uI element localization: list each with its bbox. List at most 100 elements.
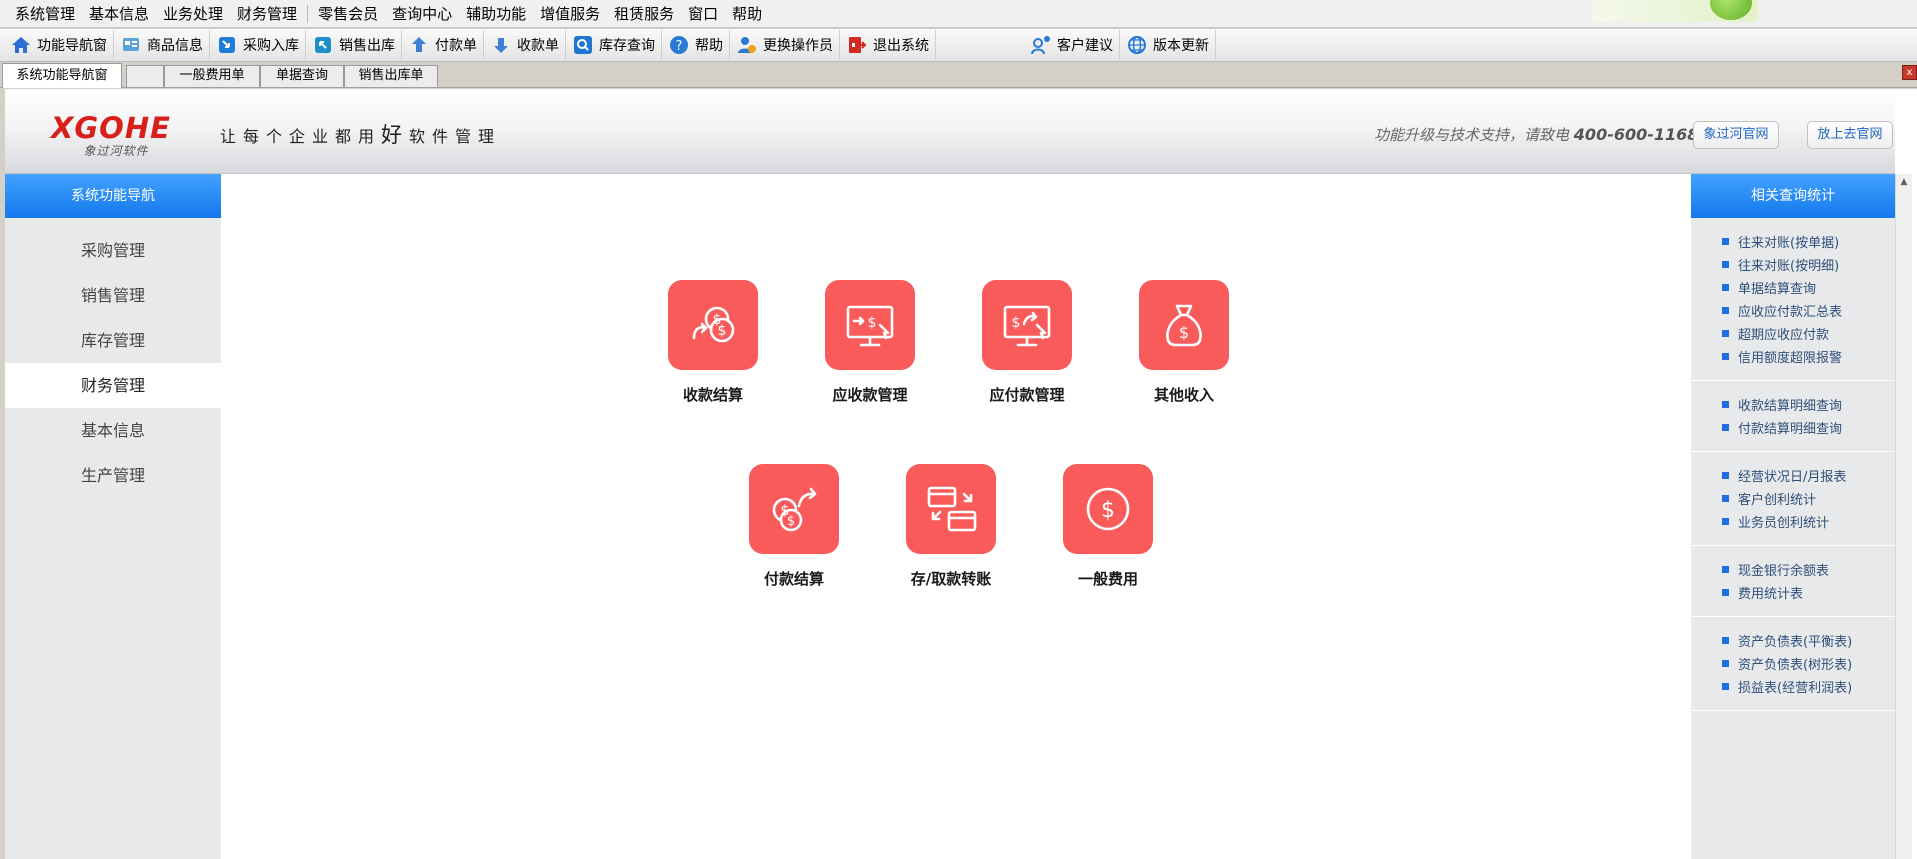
toolbar-stock-query-button[interactable]: 库存查询 bbox=[566, 30, 662, 60]
menu-rental[interactable]: 租赁服务 bbox=[607, 0, 681, 28]
tile-label: 应付款管理 bbox=[989, 386, 1065, 404]
close-tab-button[interactable]: x bbox=[1902, 65, 1917, 80]
slogan: 让每个企业都用好软件管理 bbox=[220, 119, 501, 149]
toolbar-goods-button[interactable]: 商品信息 bbox=[114, 30, 210, 60]
query-link[interactable]: 往来对账(按明细) bbox=[1691, 253, 1895, 276]
tab-document-query[interactable]: 单据查询 bbox=[260, 65, 344, 87]
menu-help[interactable]: 帮助 bbox=[725, 0, 769, 28]
toolbar-version-update-button[interactable]: 版本更新 bbox=[1120, 30, 1216, 60]
toolbar-help-button[interactable]: ? 帮助 bbox=[662, 30, 730, 60]
support-phone: 400-600-1168 bbox=[1573, 125, 1699, 144]
card-transfer-icon bbox=[927, 486, 977, 532]
app-window: 系统管理 基本信息 业务处理 财务管理 零售会员 查询中心 辅助功能 增值服务 … bbox=[0, 0, 1917, 859]
query-link[interactable]: 付款结算明细查询 bbox=[1691, 416, 1895, 439]
menu-basic-info[interactable]: 基本信息 bbox=[82, 0, 156, 28]
fangshang-site-button[interactable]: 放上去官网 bbox=[1807, 121, 1893, 149]
toolbar-label: 客户建议 bbox=[1057, 38, 1113, 54]
tile-deposit-withdraw-transfer[interactable]: 存/取款转账 bbox=[886, 464, 1016, 589]
toolbar-sales-button[interactable]: 销售出库 bbox=[306, 30, 402, 60]
toolbar-label: 库存查询 bbox=[599, 38, 655, 54]
slogan-pre: 让每个企业都用 bbox=[220, 127, 382, 146]
nav-item-inventory[interactable]: 库存管理 bbox=[5, 318, 221, 363]
menu-retail-member[interactable]: 零售会员 bbox=[311, 0, 385, 28]
support-text: 功能升级与技术支持，请致电 bbox=[1374, 126, 1570, 144]
query-link[interactable]: 客户创利统计 bbox=[1691, 487, 1895, 510]
svg-text:$: $ bbox=[787, 514, 795, 529]
toolbar-exit-button[interactable]: 退出系统 bbox=[840, 30, 936, 60]
bullet-icon bbox=[1722, 424, 1729, 431]
user-switch-icon bbox=[738, 37, 756, 53]
query-link[interactable]: 单据结算查询 bbox=[1691, 276, 1895, 299]
bullet-icon bbox=[1722, 518, 1729, 525]
query-link[interactable]: 业务员创利统计 bbox=[1691, 510, 1895, 533]
coins-send-icon: $ $ bbox=[772, 487, 817, 532]
bullet-icon bbox=[1722, 307, 1729, 314]
tile-payment-settlement[interactable]: $ $ 付款结算 bbox=[729, 464, 859, 589]
menu-finance[interactable]: 财务管理 bbox=[230, 0, 304, 28]
sales-icon bbox=[315, 37, 331, 53]
decorative-leaf-banner bbox=[1592, 0, 1758, 22]
toolbar-feedback-button[interactable]: 客户建议 bbox=[1024, 30, 1120, 60]
bullet-icon bbox=[1722, 401, 1729, 408]
bullet-icon bbox=[1722, 284, 1729, 291]
nav-item-purchase[interactable]: 采购管理 bbox=[5, 228, 221, 273]
bullet-icon bbox=[1722, 637, 1729, 644]
help-icon: ? bbox=[670, 36, 688, 54]
tile-other-income[interactable]: $ 其他收入 bbox=[1119, 280, 1249, 405]
tab-general-expense[interactable]: 一般费用单 bbox=[164, 65, 260, 87]
tile-receipt-settlement[interactable]: $ $ 收款结算 bbox=[648, 280, 778, 405]
toolbar-receipt-button[interactable]: 收款单 bbox=[484, 30, 566, 60]
toolbar-payment-button[interactable]: 付款单 bbox=[402, 30, 484, 60]
query-link[interactable]: 资产负债表(树形表) bbox=[1691, 652, 1895, 675]
logo: XGOHE 象过河软件 bbox=[51, 113, 181, 159]
query-link[interactable]: 现金银行余额表 bbox=[1691, 558, 1895, 581]
menu-bar: 系统管理 基本信息 业务处理 财务管理 零售会员 查询中心 辅助功能 增值服务 … bbox=[0, 0, 1917, 28]
vertical-scrollbar[interactable]: ▲ bbox=[1895, 174, 1912, 859]
nav-item-sales[interactable]: 销售管理 bbox=[5, 273, 221, 318]
tab-blank[interactable] bbox=[126, 65, 164, 87]
query-group-statements: 资产负债表(平衡表) 资产负债表(树形表) 损益表(经营利润表) bbox=[1691, 617, 1895, 711]
toolbar-purchase-button[interactable]: 采购入库 bbox=[210, 30, 306, 60]
money-bag-icon: $ bbox=[1166, 304, 1202, 347]
right-panel-title: 相关查询统计 bbox=[1691, 174, 1895, 218]
tile-general-expense[interactable]: $ 一般费用 bbox=[1043, 464, 1173, 589]
menu-system[interactable]: 系统管理 bbox=[8, 0, 82, 28]
coins-exchange-icon: $ $ bbox=[692, 306, 735, 343]
tab-system-nav[interactable]: 系统功能导航窗 bbox=[2, 63, 122, 88]
menu-value-added[interactable]: 增值服务 bbox=[533, 0, 607, 28]
query-link[interactable]: 信用额度超限报警 bbox=[1691, 345, 1895, 368]
query-link[interactable]: 经营状况日/月报表 bbox=[1691, 464, 1895, 487]
slogan-post: 软件管理 bbox=[409, 127, 502, 146]
official-site-button[interactable]: 象过河官网 bbox=[1693, 121, 1779, 149]
query-group-reconciliation: 往来对账(按单据) 往来对账(按明细) 单据结算查询 应收应付款汇总表 超期应收… bbox=[1691, 218, 1895, 381]
tile-receivables[interactable]: $ 应收款管理 bbox=[805, 280, 935, 405]
scroll-up-icon[interactable]: ▲ bbox=[1896, 174, 1912, 190]
left-nav-list: 采购管理 销售管理 库存管理 财务管理 基本信息 生产管理 bbox=[5, 228, 221, 498]
bullet-icon bbox=[1722, 353, 1729, 360]
query-link[interactable]: 应收应付款汇总表 bbox=[1691, 299, 1895, 322]
query-link[interactable]: 资产负债表(平衡表) bbox=[1691, 629, 1895, 652]
bullet-icon bbox=[1722, 660, 1729, 667]
menu-window[interactable]: 窗口 bbox=[681, 0, 725, 28]
query-link[interactable]: 费用统计表 bbox=[1691, 581, 1895, 604]
query-link[interactable]: 往来对账(按单据) bbox=[1691, 230, 1895, 253]
query-link[interactable]: 损益表(经营利润表) bbox=[1691, 675, 1895, 698]
query-link[interactable]: 超期应收应付款 bbox=[1691, 322, 1895, 345]
toolbar-label: 销售出库 bbox=[339, 38, 395, 54]
dollar-circle-icon: $ bbox=[1086, 487, 1130, 531]
nav-item-finance[interactable]: 财务管理 bbox=[5, 363, 221, 408]
svg-text:$: $ bbox=[868, 315, 877, 331]
toolbar-switch-operator-button[interactable]: 更换操作员 bbox=[730, 30, 840, 60]
tile-label: 存/取款转账 bbox=[910, 570, 992, 588]
toolbar-nav-window-button[interactable]: 功能导航窗 bbox=[4, 30, 114, 60]
menu-business[interactable]: 业务处理 bbox=[156, 0, 230, 28]
menu-auxiliary[interactable]: 辅助功能 bbox=[459, 0, 533, 28]
menu-query-center[interactable]: 查询中心 bbox=[385, 0, 459, 28]
nav-item-basic-info[interactable]: 基本信息 bbox=[5, 408, 221, 453]
tile-payables[interactable]: $ 应付款管理 bbox=[962, 280, 1092, 405]
query-link[interactable]: 收款结算明细查询 bbox=[1691, 393, 1895, 416]
nav-item-production[interactable]: 生产管理 bbox=[5, 453, 221, 498]
tile-label: 付款结算 bbox=[763, 570, 824, 588]
bullet-icon bbox=[1722, 495, 1729, 502]
tab-sales-outbound[interactable]: 销售出库单 bbox=[344, 65, 438, 87]
